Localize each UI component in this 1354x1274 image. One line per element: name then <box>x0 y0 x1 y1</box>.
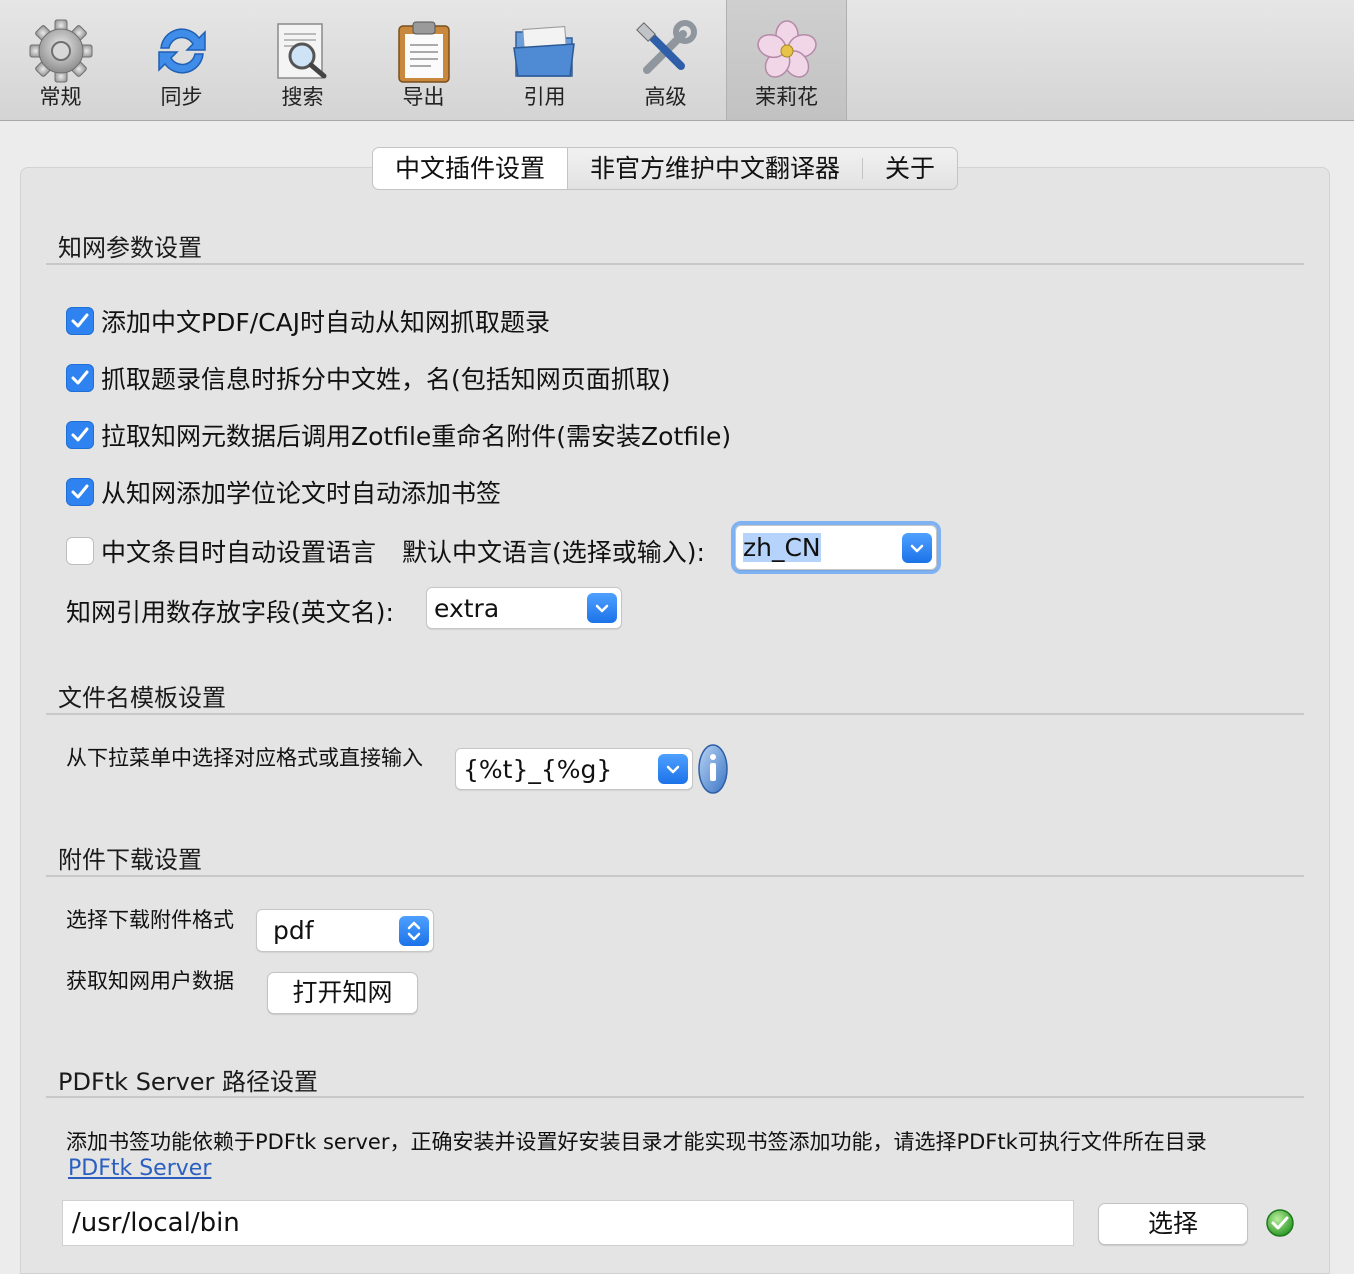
toolbar-label: 搜索 <box>281 85 324 109</box>
checkbox-checked[interactable] <box>66 307 94 335</box>
option-auto-fetch-metadata[interactable]: 添加中文PDF/CAJ时自动从知网抓取题录 <box>66 303 550 339</box>
search-icon <box>276 23 326 79</box>
checkbox-checked[interactable] <box>66 364 94 392</box>
attachment-format-value: pdf <box>273 916 314 945</box>
option-split-name[interactable]: 抓取题录信息时拆分中文姓，名(包括知网页面抓取) <box>66 360 671 396</box>
tab-about[interactable]: 关于 <box>863 148 957 189</box>
tools-icon <box>635 20 697 74</box>
tab-bar: 中文插件设置 非官方维护中文翻译器 关于 <box>372 147 959 190</box>
option-label: 抓取题录信息时拆分中文姓，名(包括知网页面抓取) <box>101 365 671 394</box>
attachment-format-label: 选择下载附件格式 <box>66 908 234 932</box>
toolbar-item-export[interactable]: 导出 <box>363 0 484 120</box>
option-label: 添加中文PDF/CAJ时自动从知网抓取题录 <box>101 308 551 337</box>
toolbar-label: 茉莉花 <box>755 85 818 109</box>
info-icon[interactable] <box>697 743 729 795</box>
section-title-attachment: 附件下载设置 <box>58 846 202 874</box>
filename-template-select[interactable]: {%t}_{%g} <box>455 748 693 790</box>
default-language-label: 默认中文语言(选择或输入): <box>402 538 705 567</box>
option-label: 拉取知网元数据后调用Zotfile重命名附件(需安装Zotfile) <box>101 422 732 451</box>
section-divider <box>46 713 1304 715</box>
preferences-toolbar: 常规 同步 搜索 导出 引用 高级 茉莉花 <box>0 0 1354 121</box>
up-down-arrows-icon <box>407 921 421 940</box>
tab-unofficial-translators[interactable]: 非官方维护中文翻译器 <box>568 148 862 189</box>
checkmark-icon <box>71 313 89 328</box>
section-divider <box>46 1096 1304 1098</box>
checkbox-unchecked[interactable] <box>66 537 94 565</box>
jasmine-flower-icon <box>756 20 817 78</box>
toolbar-item-jasmine[interactable]: 茉莉花 <box>726 0 847 120</box>
check-circle-icon <box>1266 1209 1294 1237</box>
toolbar-item-general[interactable]: 常规 <box>0 0 121 120</box>
cnki-user-data-label: 获取知网用户数据 <box>66 969 234 993</box>
open-cnki-button[interactable]: 打开知网 <box>267 972 418 1014</box>
chevron-down-icon <box>666 765 680 774</box>
toolbar-item-advanced[interactable]: 高级 <box>605 0 726 120</box>
attachment-format-select[interactable]: pdf <box>256 909 434 952</box>
checkbox-checked[interactable] <box>66 478 94 506</box>
toolbar-item-cite[interactable]: 引用 <box>484 0 605 120</box>
option-auto-set-language[interactable]: 中文条目时自动设置语言 <box>66 533 376 569</box>
default-language-value: zh_CN <box>743 533 821 562</box>
option-zotfile-rename[interactable]: 拉取知网元数据后调用Zotfile重命名附件(需安装Zotfile) <box>66 417 731 453</box>
chevron-down-icon <box>595 604 609 613</box>
default-language-select[interactable]: zh_CN <box>735 525 937 570</box>
tab-chinese-plugin-settings[interactable]: 中文插件设置 <box>373 148 569 189</box>
option-label: 中文条目时自动设置语言 <box>101 538 377 567</box>
citation-field-label: 知网引用数存放字段(英文名): <box>66 598 394 627</box>
folder-icon <box>512 26 575 77</box>
section-title-filename: 文件名模板设置 <box>58 684 226 712</box>
choose-path-button[interactable]: 选择 <box>1098 1203 1248 1245</box>
dropdown-button[interactable] <box>658 754 688 784</box>
toolbar-label: 高级 <box>644 85 687 109</box>
option-label: 从知网添加学位论文时自动添加书签 <box>101 479 502 508</box>
pdftk-description: 添加书签功能依赖于PDFtk server，正确安装并设置好安装目录才能实现书签… <box>66 1130 1207 1154</box>
sync-icon <box>157 28 206 74</box>
section-divider <box>46 875 1304 877</box>
checkbox-checked[interactable] <box>66 421 94 449</box>
clipboard-icon <box>397 21 450 83</box>
toolbar-label: 引用 <box>523 85 566 109</box>
stepper-button[interactable] <box>399 915 429 946</box>
dropdown-button[interactable] <box>902 532 932 563</box>
toolbar-item-search[interactable]: 搜索 <box>242 0 363 120</box>
filename-template-label: 从下拉菜单中选择对应格式或直接输入 <box>66 746 423 770</box>
section-title-cnki: 知网参数设置 <box>58 234 202 262</box>
filename-template-value: {%t}_{%g} <box>463 754 613 784</box>
checkmark-icon <box>71 427 89 442</box>
toolbar-label: 导出 <box>402 85 445 109</box>
gear-icon <box>29 19 92 83</box>
toolbar-label: 同步 <box>160 85 203 109</box>
section-divider <box>46 263 1304 265</box>
checkmark-icon <box>71 484 89 499</box>
section-title-pdftk: PDFtk Server 路径设置 <box>58 1068 319 1096</box>
pdftk-server-link[interactable]: PDFtk Server <box>68 1156 211 1181</box>
citation-field-value: extra <box>434 593 500 623</box>
toolbar-label: 常规 <box>39 85 82 109</box>
option-auto-bookmark[interactable]: 从知网添加学位论文时自动添加书签 <box>66 474 501 510</box>
citation-field-select[interactable]: extra <box>426 587 622 629</box>
chevron-down-icon <box>910 544 924 552</box>
pdftk-path-input[interactable]: /usr/local/bin <box>62 1200 1074 1246</box>
dropdown-button[interactable] <box>587 593 617 623</box>
checkmark-icon <box>71 370 89 385</box>
toolbar-item-sync[interactable]: 同步 <box>121 0 242 120</box>
